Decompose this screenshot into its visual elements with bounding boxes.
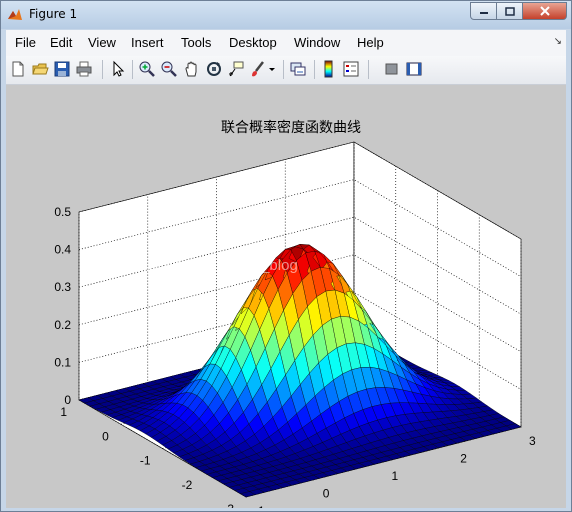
zoom-out-icon[interactable] — [160, 60, 178, 78]
brush-dropdown-icon[interactable] — [267, 60, 277, 78]
z-tick-label: 0.5 — [54, 205, 71, 219]
y-tick-label: -1 — [254, 504, 265, 508]
minimize-icon — [479, 12, 488, 14]
menu-bar: File Edit View Insert Tools Desktop Wind… — [6, 30, 566, 56]
plot-title: 联合概率密度函数曲线 — [221, 119, 361, 135]
dock-arrow-icon[interactable]: ↘ — [554, 36, 562, 47]
maximize-button[interactable] — [497, 2, 523, 20]
figure-client: File Edit View Insert Tools Desktop Wind… — [6, 30, 566, 512]
x-tick-label: 1 — [60, 405, 67, 419]
data-cursor-icon[interactable] — [227, 60, 245, 78]
toolbar-separator — [314, 60, 315, 79]
maximize-icon — [504, 6, 515, 16]
surface-plot[interactable]: 联合概率密度函数曲线 00.10.20.30.40.5-3-2-101-1012… — [6, 85, 566, 512]
toolbar-separator — [368, 60, 369, 79]
y-tick-label: 1 — [392, 469, 399, 483]
save-icon[interactable] — [53, 60, 71, 78]
y-tick-label: 3 — [529, 434, 536, 448]
x-tick-label: -3 — [223, 502, 234, 508]
legend-icon[interactable] — [342, 60, 360, 78]
x-tick-label: -2 — [182, 478, 193, 492]
window-controls — [470, 2, 567, 20]
brush-icon[interactable] — [249, 60, 267, 78]
z-tick-label: 0.2 — [54, 318, 71, 332]
new-figure-icon[interactable] — [9, 60, 27, 78]
title-bar[interactable]: Figure 1 — [1, 1, 571, 29]
y-tick-label: 0 — [323, 487, 330, 501]
menu-tools[interactable]: Tools — [181, 35, 211, 50]
x-tick-label: -1 — [140, 454, 151, 468]
menu-insert[interactable]: Insert — [131, 35, 164, 50]
toolbar-separator — [283, 60, 284, 79]
figure-canvas[interactable]: 联合概率密度函数曲线 00.10.20.30.40.5-3-2-101-1012… — [6, 85, 566, 512]
y-tick-label: 2 — [460, 452, 467, 466]
link-plot-icon[interactable] — [289, 60, 307, 78]
figure-window: Figure 1 File Edit View Insert Tools Des… — [0, 0, 572, 512]
print-icon[interactable] — [75, 60, 93, 78]
show-plot-tools-icon[interactable] — [405, 60, 423, 78]
toolbar-separator — [102, 60, 103, 79]
z-tick-label: 0.1 — [54, 355, 71, 369]
edit-plot-icon[interactable] — [109, 60, 127, 78]
pan-icon[interactable] — [183, 60, 201, 78]
z-tick-label: 0.4 — [54, 243, 71, 257]
colorbar-icon[interactable] — [320, 60, 338, 78]
zoom-in-icon[interactable] — [138, 60, 156, 78]
rotate-3d-icon[interactable] — [205, 60, 223, 78]
menu-desktop[interactable]: Desktop — [229, 35, 277, 50]
menu-window[interactable]: Window — [294, 35, 340, 50]
hide-plot-tools-icon[interactable] — [383, 60, 401, 78]
window-title: Figure 1 — [29, 7, 78, 21]
menu-file[interactable]: File — [15, 35, 36, 50]
close-icon — [539, 6, 550, 16]
x-tick-label: 0 — [102, 429, 109, 443]
toolbar-separator — [132, 60, 133, 79]
z-tick-label: 0.3 — [54, 280, 71, 294]
open-file-icon[interactable] — [31, 60, 49, 78]
minimize-button[interactable] — [470, 2, 497, 20]
watermark: http://blog.c...i_tech_blog — [131, 257, 298, 274]
menu-help[interactable]: Help — [357, 35, 384, 50]
figure-toolbar — [6, 56, 566, 85]
close-button[interactable] — [523, 2, 567, 20]
matlab-icon — [8, 9, 22, 20]
menu-edit[interactable]: Edit — [50, 35, 72, 50]
menu-view[interactable]: View — [88, 35, 116, 50]
